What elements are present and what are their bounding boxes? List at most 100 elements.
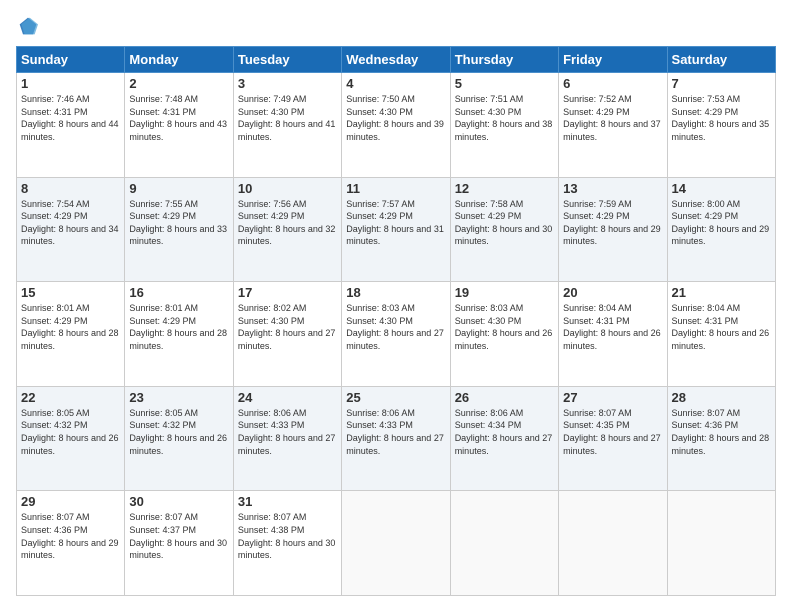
calendar-cell: 3 Sunrise: 7:49 AM Sunset: 4:30 PM Dayli… bbox=[233, 73, 341, 178]
daylight-label: Daylight: 8 hours and 26 minutes. bbox=[672, 328, 770, 351]
sunset-value: 4:30 PM bbox=[488, 107, 522, 117]
calendar-cell: 13 Sunrise: 7:59 AM Sunset: 4:29 PM Dayl… bbox=[559, 177, 667, 282]
sunset-value: 4:29 PM bbox=[488, 211, 522, 221]
calendar-cell: 12 Sunrise: 7:58 AM Sunset: 4:29 PM Dayl… bbox=[450, 177, 558, 282]
sunrise-label: Sunrise: bbox=[563, 303, 599, 313]
daylight-label: Daylight: 8 hours and 28 minutes. bbox=[672, 433, 770, 456]
sunrise-value: 8:07 AM bbox=[57, 512, 90, 522]
sunset-label: Sunset: bbox=[455, 420, 488, 430]
day-number: 2 bbox=[129, 76, 228, 91]
day-info: Sunrise: 8:07 AM Sunset: 4:36 PM Dayligh… bbox=[672, 407, 771, 457]
calendar-cell: 31 Sunrise: 8:07 AM Sunset: 4:38 PM Dayl… bbox=[233, 491, 341, 596]
sunset-label: Sunset: bbox=[238, 107, 271, 117]
day-number: 10 bbox=[238, 181, 337, 196]
calendar-cell: 24 Sunrise: 8:06 AM Sunset: 4:33 PM Dayl… bbox=[233, 386, 341, 491]
calendar-cell: 6 Sunrise: 7:52 AM Sunset: 4:29 PM Dayli… bbox=[559, 73, 667, 178]
sunset-label: Sunset: bbox=[563, 420, 596, 430]
daylight-label: Daylight: 8 hours and 26 minutes. bbox=[129, 433, 227, 456]
sunset-label: Sunset: bbox=[455, 211, 488, 221]
sunrise-label: Sunrise: bbox=[346, 303, 382, 313]
day-info: Sunrise: 7:49 AM Sunset: 4:30 PM Dayligh… bbox=[238, 93, 337, 143]
sunrise-label: Sunrise: bbox=[346, 199, 382, 209]
day-header-saturday: Saturday bbox=[667, 47, 775, 73]
sunrise-label: Sunrise: bbox=[563, 94, 599, 104]
calendar-cell: 29 Sunrise: 8:07 AM Sunset: 4:36 PM Dayl… bbox=[17, 491, 125, 596]
sunset-label: Sunset: bbox=[563, 211, 596, 221]
sunrise-label: Sunrise: bbox=[238, 199, 274, 209]
sunrise-value: 8:00 AM bbox=[707, 199, 740, 209]
day-number: 17 bbox=[238, 285, 337, 300]
calendar-cell: 10 Sunrise: 7:56 AM Sunset: 4:29 PM Dayl… bbox=[233, 177, 341, 282]
sunset-value: 4:34 PM bbox=[488, 420, 522, 430]
sunrise-label: Sunrise: bbox=[455, 94, 491, 104]
day-info: Sunrise: 8:04 AM Sunset: 4:31 PM Dayligh… bbox=[672, 302, 771, 352]
day-info: Sunrise: 8:05 AM Sunset: 4:32 PM Dayligh… bbox=[129, 407, 228, 457]
sunset-value: 4:33 PM bbox=[379, 420, 413, 430]
sunset-value: 4:29 PM bbox=[705, 211, 739, 221]
sunrise-value: 8:01 AM bbox=[57, 303, 90, 313]
calendar-cell: 20 Sunrise: 8:04 AM Sunset: 4:31 PM Dayl… bbox=[559, 282, 667, 387]
header bbox=[16, 16, 776, 36]
calendar-cell bbox=[559, 491, 667, 596]
daylight-label: Daylight: 8 hours and 35 minutes. bbox=[672, 119, 770, 142]
daylight-label: Daylight: 8 hours and 26 minutes. bbox=[563, 328, 661, 351]
sunset-label: Sunset: bbox=[21, 211, 54, 221]
daylight-label: Daylight: 8 hours and 27 minutes. bbox=[563, 433, 661, 456]
day-number: 28 bbox=[672, 390, 771, 405]
day-info: Sunrise: 7:57 AM Sunset: 4:29 PM Dayligh… bbox=[346, 198, 445, 248]
sunrise-label: Sunrise: bbox=[672, 303, 708, 313]
calendar-cell: 15 Sunrise: 8:01 AM Sunset: 4:29 PM Dayl… bbox=[17, 282, 125, 387]
sunset-value: 4:38 PM bbox=[271, 525, 305, 535]
sunset-label: Sunset: bbox=[672, 107, 705, 117]
sunset-value: 4:30 PM bbox=[271, 316, 305, 326]
sunset-label: Sunset: bbox=[129, 316, 162, 326]
calendar-cell: 17 Sunrise: 8:02 AM Sunset: 4:30 PM Dayl… bbox=[233, 282, 341, 387]
calendar-week-row: 15 Sunrise: 8:01 AM Sunset: 4:29 PM Dayl… bbox=[17, 282, 776, 387]
day-info: Sunrise: 7:54 AM Sunset: 4:29 PM Dayligh… bbox=[21, 198, 120, 248]
sunrise-value: 8:06 AM bbox=[382, 408, 415, 418]
sunrise-label: Sunrise: bbox=[21, 408, 57, 418]
sunset-label: Sunset: bbox=[21, 420, 54, 430]
sunrise-label: Sunrise: bbox=[238, 408, 274, 418]
sunrise-value: 8:05 AM bbox=[165, 408, 198, 418]
sunrise-value: 8:03 AM bbox=[490, 303, 523, 313]
sunset-value: 4:32 PM bbox=[54, 420, 88, 430]
day-number: 7 bbox=[672, 76, 771, 91]
day-info: Sunrise: 7:52 AM Sunset: 4:29 PM Dayligh… bbox=[563, 93, 662, 143]
calendar-cell: 16 Sunrise: 8:01 AM Sunset: 4:29 PM Dayl… bbox=[125, 282, 233, 387]
day-number: 29 bbox=[21, 494, 120, 509]
sunrise-value: 8:07 AM bbox=[165, 512, 198, 522]
sunset-label: Sunset: bbox=[238, 316, 271, 326]
day-info: Sunrise: 8:01 AM Sunset: 4:29 PM Dayligh… bbox=[129, 302, 228, 352]
day-number: 12 bbox=[455, 181, 554, 196]
day-number: 4 bbox=[346, 76, 445, 91]
calendar-week-row: 22 Sunrise: 8:05 AM Sunset: 4:32 PM Dayl… bbox=[17, 386, 776, 491]
sunset-label: Sunset: bbox=[346, 316, 379, 326]
day-info: Sunrise: 7:50 AM Sunset: 4:30 PM Dayligh… bbox=[346, 93, 445, 143]
sunset-label: Sunset: bbox=[21, 107, 54, 117]
sunset-value: 4:29 PM bbox=[705, 107, 739, 117]
calendar-header-row: SundayMondayTuesdayWednesdayThursdayFrid… bbox=[17, 47, 776, 73]
sunrise-label: Sunrise: bbox=[21, 199, 57, 209]
sunset-value: 4:32 PM bbox=[162, 420, 196, 430]
sunrise-label: Sunrise: bbox=[21, 512, 57, 522]
calendar-cell: 21 Sunrise: 8:04 AM Sunset: 4:31 PM Dayl… bbox=[667, 282, 775, 387]
sunrise-label: Sunrise: bbox=[455, 408, 491, 418]
sunset-label: Sunset: bbox=[672, 316, 705, 326]
daylight-label: Daylight: 8 hours and 28 minutes. bbox=[129, 328, 227, 351]
calendar-cell: 8 Sunrise: 7:54 AM Sunset: 4:29 PM Dayli… bbox=[17, 177, 125, 282]
sunrise-value: 7:54 AM bbox=[57, 199, 90, 209]
day-number: 15 bbox=[21, 285, 120, 300]
day-number: 9 bbox=[129, 181, 228, 196]
sunrise-value: 7:56 AM bbox=[273, 199, 306, 209]
sunset-label: Sunset: bbox=[346, 107, 379, 117]
daylight-label: Daylight: 8 hours and 27 minutes. bbox=[238, 328, 336, 351]
sunset-label: Sunset: bbox=[21, 525, 54, 535]
sunset-value: 4:29 PM bbox=[596, 211, 630, 221]
calendar-cell: 14 Sunrise: 8:00 AM Sunset: 4:29 PM Dayl… bbox=[667, 177, 775, 282]
sunset-value: 4:29 PM bbox=[54, 316, 88, 326]
sunrise-label: Sunrise: bbox=[238, 512, 274, 522]
sunset-label: Sunset: bbox=[455, 107, 488, 117]
day-number: 5 bbox=[455, 76, 554, 91]
daylight-label: Daylight: 8 hours and 32 minutes. bbox=[238, 224, 336, 247]
